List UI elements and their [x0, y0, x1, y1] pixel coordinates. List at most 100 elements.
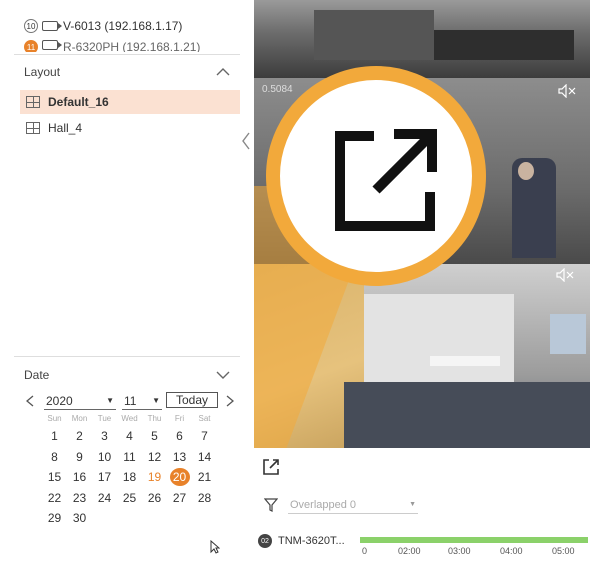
video-tile[interactable]: [254, 0, 590, 78]
calendar-day[interactable]: 25: [117, 489, 142, 507]
timeline-ticks: 0 02:00 03:00 04:00 05:00: [360, 546, 588, 562]
calendar-day[interactable]: 22: [42, 489, 67, 507]
calendar-day[interactable]: 9: [67, 448, 92, 466]
external-link-icon[interactable]: [262, 458, 280, 476]
speaker-mute-icon[interactable]: [558, 84, 576, 98]
next-month-icon[interactable]: [226, 395, 234, 407]
prev-month-icon[interactable]: [26, 395, 34, 407]
calendar-day[interactable]: 3: [92, 427, 117, 445]
video-tile-label: 0.5084: [262, 84, 293, 95]
calendar-day[interactable]: 10: [92, 448, 117, 466]
calendar-week-row: 8 9 10 11 12 13 14: [42, 447, 218, 468]
playback-bar: Overlapped 0 ▼ 02 TNM-3620T... 0 02:00 03:…: [252, 450, 590, 569]
calendar-day[interactable]: 24: [92, 489, 117, 507]
layout-item-label: Hall_4: [48, 121, 83, 135]
section-divider: [14, 54, 240, 55]
date-section-title: Date: [24, 368, 50, 382]
mouse-cursor-icon: [210, 540, 220, 554]
scene-table: [430, 356, 500, 366]
timeline-device[interactable]: 02 TNM-3620T...: [258, 534, 345, 548]
weekday-label: Mon: [71, 414, 88, 423]
month-select[interactable]: 11 ▼: [122, 392, 162, 410]
scene-poster: [550, 314, 586, 354]
weekday-label: Sat: [198, 414, 211, 423]
calendar-day[interactable]: 29: [42, 509, 67, 527]
weekday-label: Wed: [121, 414, 138, 423]
layout-grid-icon: [26, 96, 40, 108]
timeline-tick-label: 03:00: [448, 546, 471, 556]
external-link-icon: [335, 129, 437, 231]
popout-callout: [266, 66, 486, 286]
chevron-up-icon[interactable]: [216, 68, 230, 76]
today-button[interactable]: Today: [166, 392, 218, 408]
calendar-day[interactable]: 16: [67, 468, 92, 486]
scene-equipment: [434, 30, 574, 60]
calendar-day[interactable]: 28: [192, 489, 217, 507]
timeline-tick-label: 04:00: [500, 546, 523, 556]
calendar-day[interactable]: 13: [167, 448, 192, 466]
app-window: 10 V-6013 (192.168.1.17) 11 R-6320PH (19…: [0, 0, 590, 569]
device-item[interactable]: 10 V-6013 (192.168.1.17): [24, 15, 182, 37]
layout-grid-icon: [26, 122, 40, 134]
year-select[interactable]: 2020 ▼: [44, 392, 116, 410]
scene-floor: [344, 382, 590, 448]
calendar-day[interactable]: 6: [167, 427, 192, 445]
calendar-day[interactable]: 20: [169, 468, 190, 487]
overlapped-select[interactable]: Overlapped 0 ▼: [288, 496, 418, 514]
date-section-header[interactable]: Date: [0, 363, 240, 387]
device-item[interactable]: 11 R-6320PH (192.168.1.21): [24, 40, 200, 52]
dropdown-arrow-icon: ▼: [409, 501, 416, 508]
layout-section-header[interactable]: Layout: [0, 60, 240, 84]
calendar-day[interactable]: 27: [167, 489, 192, 507]
collapse-panel-icon[interactable]: [242, 132, 250, 150]
calendar-week-row: 29 30: [42, 508, 218, 529]
calendar-day[interactable]: 1: [42, 427, 67, 445]
filter-icon[interactable]: [264, 498, 278, 512]
calendar-day[interactable]: 14: [192, 448, 217, 466]
layout-item-default-16[interactable]: Default_16: [20, 90, 240, 114]
calendar-day[interactable]: 23: [67, 489, 92, 507]
calendar-day: [92, 509, 117, 527]
calendar-day[interactable]: 15: [42, 468, 67, 486]
layout-item-hall-4[interactable]: Hall_4: [20, 116, 240, 140]
video-wall: 0.5084: [254, 0, 590, 448]
device-label: V-6013 (192.168.1.17): [63, 19, 183, 33]
camera-icon: [42, 21, 62, 31]
calendar-day[interactable]: 8: [42, 448, 67, 466]
calendar-day[interactable]: 19: [142, 468, 167, 486]
calendar-day[interactable]: 5: [142, 427, 167, 445]
calendar-day[interactable]: 21: [192, 468, 217, 486]
device-number-badge: 11: [24, 40, 38, 52]
section-divider: [14, 356, 240, 357]
device-number-badge: 10: [24, 19, 38, 33]
calendar-day[interactable]: 4: [117, 427, 142, 445]
calendar-week-row: 1234567: [42, 426, 218, 447]
recording-timeline[interactable]: [360, 537, 588, 543]
calendar-day[interactable]: 30: [67, 509, 92, 527]
speaker-mute-icon[interactable]: [556, 268, 574, 282]
timeline-tick-label: 05:00: [552, 546, 575, 556]
timeline-device-label: TNM-3620T...: [278, 535, 345, 547]
calendar-day[interactable]: 11: [117, 448, 142, 466]
calendar-day: [117, 509, 142, 527]
layout-item-label: Default_16: [48, 95, 109, 109]
calendar-day: [167, 509, 192, 527]
dropdown-arrow-icon: ▼: [106, 396, 114, 405]
timeline-tick-label: 02:00: [398, 546, 421, 556]
weekday-label: Thu: [147, 414, 162, 423]
calendar-day[interactable]: 2: [67, 427, 92, 445]
calendar-day[interactable]: 17: [92, 468, 117, 486]
calendar-week-row: 22 23 24 25 26 27 28: [42, 488, 218, 509]
sidebar: 10 V-6013 (192.168.1.17) 11 R-6320PH (19…: [0, 0, 252, 569]
chevron-down-icon[interactable]: [216, 371, 230, 379]
calendar-day[interactable]: 18: [117, 468, 142, 486]
scene-desk: [314, 10, 434, 60]
dropdown-arrow-icon: ▼: [152, 396, 160, 405]
year-value: 2020: [46, 393, 73, 408]
layout-section-title: Layout: [24, 65, 61, 79]
calendar-weekday-row: Sun Mon Tue Wed Thu Fri Sat: [42, 412, 218, 426]
network-device-icon: [42, 40, 62, 50]
calendar-day[interactable]: 7: [192, 427, 217, 445]
calendar-day[interactable]: 26: [142, 489, 167, 507]
calendar-day[interactable]: 12: [142, 448, 167, 466]
